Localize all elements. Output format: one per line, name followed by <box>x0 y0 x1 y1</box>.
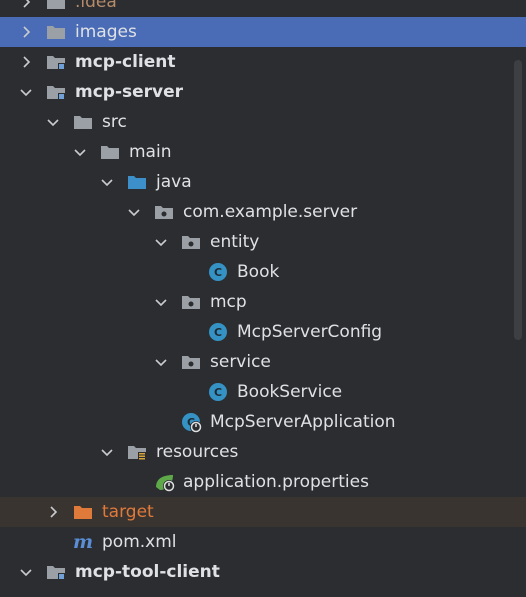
tree-item-label: pom.xml <box>102 532 177 552</box>
tree-scrollbar[interactable] <box>514 60 522 340</box>
class-icon: C <box>208 322 228 341</box>
package-icon <box>154 203 174 221</box>
chevron-down-icon[interactable] <box>20 566 32 578</box>
chevron-down-icon[interactable] <box>101 446 113 458</box>
tree-item-mcp-tool-client[interactable]: mcp-tool-client <box>0 557 526 587</box>
module-folder-icon <box>46 53 66 71</box>
tree-item-application-properties[interactable]: application.properties <box>0 467 526 497</box>
tree-item-label: BookService <box>237 382 343 402</box>
svg-text:C: C <box>214 386 222 399</box>
package-icon <box>181 293 201 311</box>
tree-item-entity[interactable]: entity <box>0 227 526 257</box>
chevron-down-icon[interactable] <box>128 206 140 218</box>
chevron-down-icon[interactable] <box>155 296 167 308</box>
source-folder-icon <box>127 173 147 191</box>
tree-item-service[interactable]: service <box>0 347 526 377</box>
tree-item-label: McpServerConfig <box>237 322 383 342</box>
excluded-folder-icon <box>73 503 93 521</box>
tree-item-mcp-server[interactable]: mcp-server <box>0 77 526 107</box>
tree-item-mcpserverconfig[interactable]: C McpServerConfig <box>0 317 526 347</box>
tree-item-label: McpServerApplication <box>210 412 396 432</box>
tree-item-label: .idea <box>75 0 117 12</box>
tree-item--idea[interactable]: .idea <box>0 0 526 17</box>
tree-item-label: java <box>156 172 192 192</box>
module-folder-icon <box>46 563 66 581</box>
chevron-right-icon[interactable] <box>20 56 32 68</box>
tree-item-label: images <box>75 22 137 42</box>
folder-icon <box>46 0 66 11</box>
svg-text:m: m <box>73 533 93 551</box>
tree-item-label: Book <box>237 262 280 282</box>
project-tree: .idea images mcp-client mcp-server src main ja… <box>0 0 526 587</box>
chevron-right-icon[interactable] <box>20 0 32 8</box>
tree-item-java[interactable]: java <box>0 167 526 197</box>
tree-item-book[interactable]: C Book <box>0 257 526 287</box>
folder-icon <box>46 23 66 41</box>
chevron-down-icon[interactable] <box>155 236 167 248</box>
tree-item-src[interactable]: src <box>0 107 526 137</box>
package-icon <box>181 353 201 371</box>
tree-item-pom-xml[interactable]: m pom.xml <box>0 527 526 557</box>
chevron-down-icon[interactable] <box>47 116 59 128</box>
tree-item-label: resources <box>156 442 239 462</box>
tree-item-target[interactable]: target <box>0 497 526 527</box>
tree-item-label: application.properties <box>183 472 369 492</box>
tree-item-label: mcp-tool-client <box>75 562 220 582</box>
svg-text:C: C <box>214 266 222 279</box>
class-icon: C <box>208 382 228 401</box>
folder-icon <box>73 113 93 131</box>
spring-properties-icon <box>154 473 175 492</box>
maven-icon: m <box>73 533 93 551</box>
class-icon: C <box>208 262 228 281</box>
tree-item-label: src <box>102 112 127 132</box>
package-icon <box>181 233 201 251</box>
chevron-down-icon[interactable] <box>155 356 167 368</box>
tree-item-label: mcp-client <box>75 52 176 72</box>
tree-item-resources[interactable]: resources <box>0 437 526 467</box>
tree-item-mcp[interactable]: mcp <box>0 287 526 317</box>
chevron-down-icon[interactable] <box>101 176 113 188</box>
folder-icon <box>100 143 120 161</box>
tree-item-label: mcp-server <box>75 82 184 102</box>
resources-folder-icon <box>127 443 147 461</box>
chevron-down-icon[interactable] <box>74 146 86 158</box>
tree-item-label: service <box>210 352 271 372</box>
chevron-right-icon[interactable] <box>47 506 59 518</box>
tree-item-label: com.example.server <box>183 202 358 222</box>
module-folder-icon <box>46 83 66 101</box>
tree-item-label: entity <box>210 232 260 252</box>
tree-item-images[interactable]: images <box>0 17 526 47</box>
tree-item-label: main <box>129 142 172 162</box>
tree-item-mcp-client[interactable]: mcp-client <box>0 47 526 77</box>
svg-text:C: C <box>214 326 222 339</box>
chevron-down-icon[interactable] <box>20 86 32 98</box>
tree-item-mcpserverapplication[interactable]: C McpServerApplication <box>0 407 526 437</box>
tree-item-label: target <box>102 502 154 522</box>
tree-item-main[interactable]: main <box>0 137 526 167</box>
tree-item-bookservice[interactable]: C BookService <box>0 377 526 407</box>
chevron-right-icon[interactable] <box>20 26 32 38</box>
tree-item-com-example-server[interactable]: com.example.server <box>0 197 526 227</box>
tree-item-label: mcp <box>210 292 247 312</box>
spring-boot-app-icon: C <box>181 412 202 433</box>
